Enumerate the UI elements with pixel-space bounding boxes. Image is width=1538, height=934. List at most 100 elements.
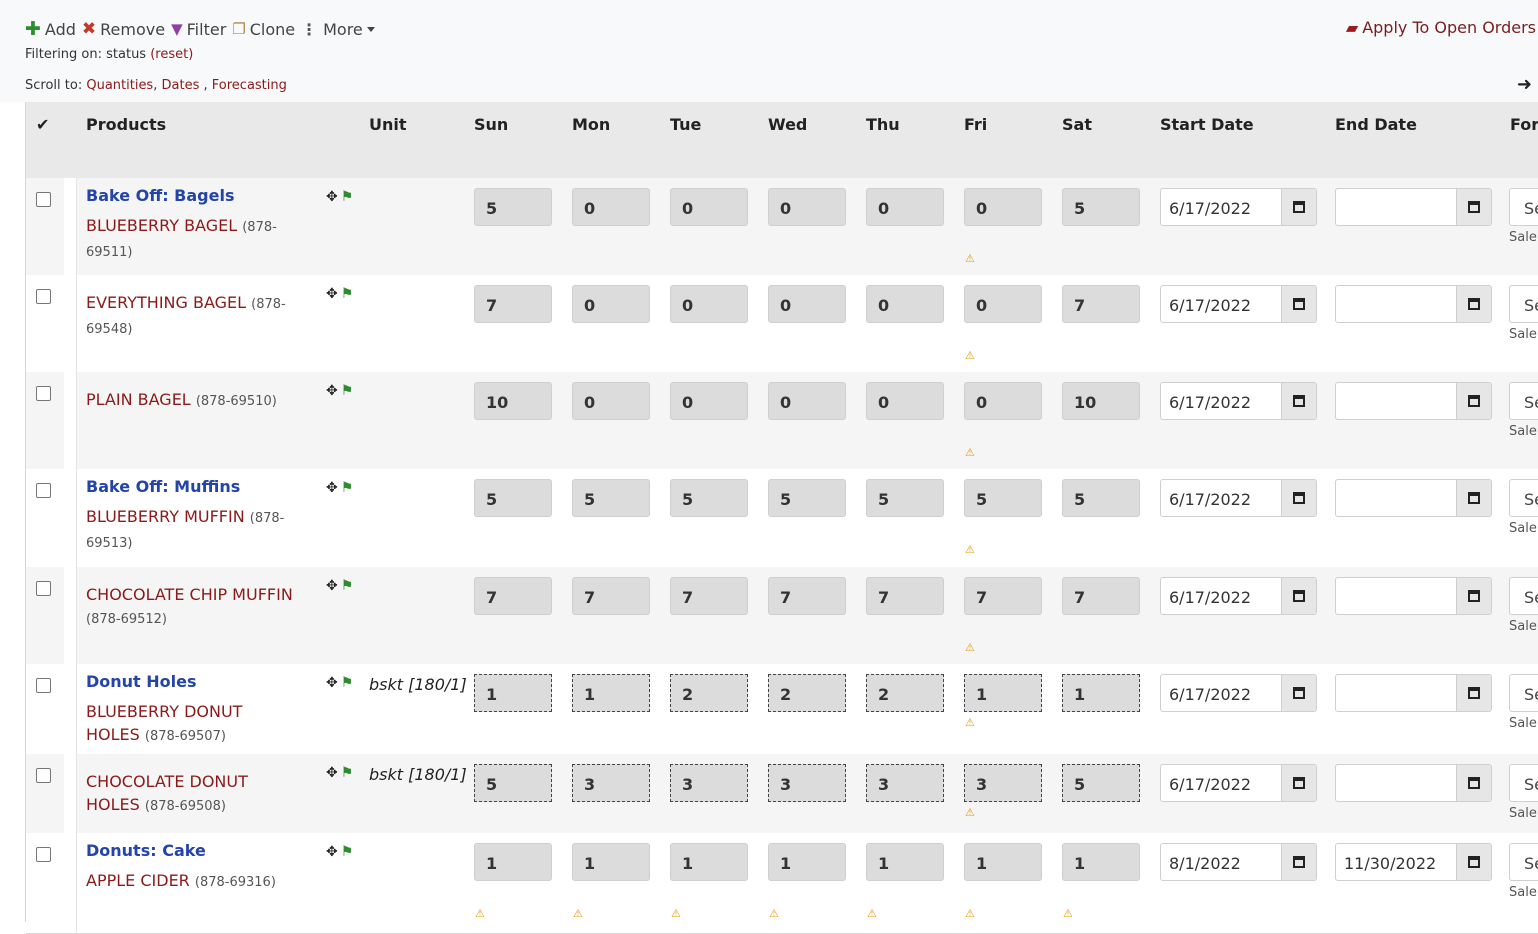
calendar-button[interactable] <box>1457 675 1491 711</box>
product-name[interactable]: APPLE CIDER (878-69316) <box>86 869 296 894</box>
calendar-button[interactable] <box>1282 480 1316 516</box>
row-checkbox[interactable] <box>36 386 51 401</box>
qty-input-mon[interactable]: 7 <box>572 577 650 615</box>
qty-input-tue[interactable]: 3 <box>670 764 748 802</box>
qty-input-sun[interactable]: 10 <box>474 382 552 420</box>
end-date-field[interactable]: 11/30/2022 <box>1335 843 1492 881</box>
qty-input-wed[interactable]: 1 <box>768 843 846 881</box>
qty-input-sun[interactable]: 5 <box>474 479 552 517</box>
start-date-field[interactable]: 6/17/2022 <box>1160 188 1317 226</box>
start-date-field[interactable]: 6/17/2022 <box>1160 479 1317 517</box>
end-date-field[interactable] <box>1335 674 1492 712</box>
flag-icon[interactable]: ⚑ <box>341 480 354 496</box>
qty-input-thu[interactable]: 0 <box>866 285 944 323</box>
calendar-button[interactable] <box>1282 189 1316 225</box>
calendar-button[interactable] <box>1457 189 1491 225</box>
start-date-field[interactable]: 6/17/2022 <box>1160 674 1317 712</box>
qty-input-mon[interactable]: 5 <box>572 479 650 517</box>
row-checkbox[interactable] <box>36 289 51 304</box>
qty-input-wed[interactable]: 3 <box>768 764 846 802</box>
start-date-input[interactable]: 6/17/2022 <box>1161 578 1282 614</box>
forecasting-select[interactable]: Se <box>1509 843 1538 881</box>
move-icon[interactable]: ✥ <box>326 286 338 302</box>
move-icon[interactable]: ✥ <box>326 578 338 594</box>
product-name[interactable]: EVERYTHING BAGEL (878-69548) <box>86 291 296 341</box>
qty-input-sun[interactable]: 1 <box>474 674 552 712</box>
qty-input-wed[interactable]: 0 <box>768 382 846 420</box>
end-date-input[interactable] <box>1336 189 1457 225</box>
qty-input-sat[interactable]: 10 <box>1062 382 1140 420</box>
qty-input-thu[interactable]: 2 <box>866 674 944 712</box>
flag-icon[interactable]: ⚑ <box>341 675 354 691</box>
qty-input-tue[interactable]: 0 <box>670 285 748 323</box>
flag-icon[interactable]: ⚑ <box>341 578 354 594</box>
qty-input-fri[interactable]: 0 <box>964 188 1042 226</box>
qty-input-tue[interactable]: 1 <box>670 843 748 881</box>
calendar-button[interactable] <box>1282 675 1316 711</box>
qty-input-thu[interactable]: 7 <box>866 577 944 615</box>
qty-input-wed[interactable]: 0 <box>768 285 846 323</box>
qty-input-tue[interactable]: 2 <box>670 674 748 712</box>
flag-icon[interactable]: ⚑ <box>341 765 354 781</box>
qty-input-fri[interactable]: 5 <box>964 479 1042 517</box>
start-date-field[interactable]: 6/17/2022 <box>1160 577 1317 615</box>
forecasting-select[interactable]: Se <box>1509 188 1538 226</box>
qty-input-fri[interactable]: 0 <box>964 285 1042 323</box>
start-date-input[interactable]: 8/1/2022 <box>1161 844 1282 880</box>
move-icon[interactable]: ✥ <box>326 844 338 860</box>
qty-input-fri[interactable]: 1 <box>964 674 1042 712</box>
qty-input-sun[interactable]: 7 <box>474 577 552 615</box>
end-date-input[interactable] <box>1336 383 1457 419</box>
qty-input-sat[interactable]: 1 <box>1062 843 1140 881</box>
calendar-button[interactable] <box>1457 480 1491 516</box>
flag-icon[interactable]: ⚑ <box>341 383 354 399</box>
calendar-button[interactable] <box>1282 383 1316 419</box>
qty-input-mon[interactable]: 0 <box>572 188 650 226</box>
row-checkbox[interactable] <box>36 768 51 783</box>
end-date-input[interactable] <box>1336 578 1457 614</box>
row-checkbox[interactable] <box>36 581 51 596</box>
qty-input-mon[interactable]: 1 <box>572 674 650 712</box>
qty-input-tue[interactable]: 7 <box>670 577 748 615</box>
remove-button[interactable]: ✖ Remove <box>82 19 165 39</box>
end-date-input[interactable]: 11/30/2022 <box>1336 844 1457 880</box>
qty-input-fri[interactable]: 1 <box>964 843 1042 881</box>
qty-input-sat[interactable]: 7 <box>1062 285 1140 323</box>
end-date-field[interactable] <box>1335 188 1492 226</box>
qty-input-sun[interactable]: 5 <box>474 188 552 226</box>
product-name[interactable]: BLUEBERRY MUFFIN (878-69513) <box>86 505 296 555</box>
product-name[interactable]: PLAIN BAGEL (878-69510) <box>86 388 296 413</box>
row-checkbox[interactable] <box>36 483 51 498</box>
move-icon[interactable]: ✥ <box>326 765 338 781</box>
row-checkbox[interactable] <box>36 847 51 862</box>
row-checkbox[interactable] <box>36 678 51 693</box>
forecasting-select[interactable]: Se <box>1509 577 1538 615</box>
end-date-field[interactable] <box>1335 285 1492 323</box>
forecasting-select[interactable]: Se <box>1509 479 1538 517</box>
calendar-button[interactable] <box>1282 578 1316 614</box>
qty-input-tue[interactable]: 0 <box>670 188 748 226</box>
start-date-field[interactable]: 6/17/2022 <box>1160 764 1317 802</box>
calendar-button[interactable] <box>1457 383 1491 419</box>
filter-button[interactable]: ▼ Filter <box>171 20 226 39</box>
product-name[interactable]: BLUEBERRY DONUT HOLES (878-69507) <box>86 700 296 748</box>
product-group-link[interactable]: Donut Holes <box>86 672 197 691</box>
arrow-right-icon[interactable]: ➜ <box>1517 74 1532 95</box>
move-icon[interactable]: ✥ <box>326 675 338 691</box>
qty-input-sat[interactable]: 1 <box>1062 674 1140 712</box>
calendar-button[interactable] <box>1457 578 1491 614</box>
start-date-input[interactable]: 6/17/2022 <box>1161 480 1282 516</box>
qty-input-sat[interactable]: 5 <box>1062 479 1140 517</box>
flag-icon[interactable]: ⚑ <box>341 189 354 205</box>
calendar-button[interactable] <box>1282 765 1316 801</box>
forecasting-select[interactable]: Se <box>1509 674 1538 712</box>
calendar-button[interactable] <box>1282 844 1316 880</box>
qty-input-sat[interactable]: 7 <box>1062 577 1140 615</box>
calendar-button[interactable] <box>1457 844 1491 880</box>
reset-filter-link[interactable]: (reset) <box>150 47 193 62</box>
qty-input-fri[interactable]: 0 <box>964 382 1042 420</box>
qty-input-mon[interactable]: 0 <box>572 285 650 323</box>
add-button[interactable]: ✚ Add <box>25 18 76 40</box>
start-date-input[interactable]: 6/17/2022 <box>1161 765 1282 801</box>
forecasting-select[interactable]: Se <box>1509 285 1538 323</box>
